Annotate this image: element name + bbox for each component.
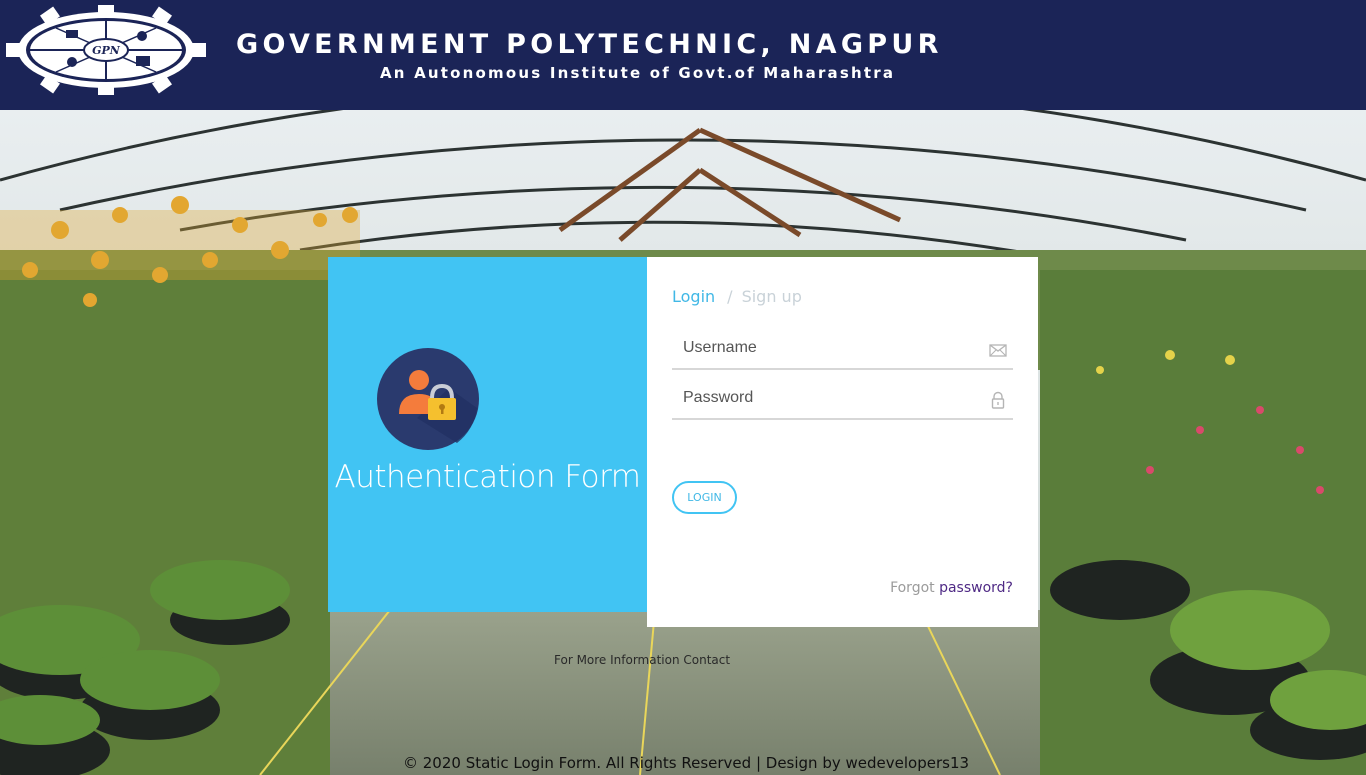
password-field-wrapper	[672, 380, 1013, 420]
tab-separator: /	[727, 287, 733, 306]
user-lock-icon	[377, 348, 479, 450]
username-field-wrapper	[672, 330, 1013, 370]
tab-signup[interactable]: Sign up	[742, 287, 802, 306]
auth-panel: Authentication Form	[328, 257, 647, 612]
logo-text: GPN	[92, 44, 121, 57]
contact-text: For More Information Contact	[554, 653, 731, 667]
forgot-password-link[interactable]: password?	[939, 580, 1013, 596]
lock-icon	[991, 391, 1005, 409]
footer-designer-link[interactable]: wedevelopers13	[846, 754, 970, 772]
form-tabs: Login / Sign up	[672, 287, 802, 311]
tab-login[interactable]: Login	[672, 287, 715, 306]
institute-name: GOVERNMENT POLYTECHNIC, NAGPUR	[236, 29, 943, 60]
login-form: Login / Sign up LOGIN Forgot password?	[647, 257, 1038, 627]
password-input[interactable]	[672, 380, 972, 416]
footer: © 2020 Static Login Form. All Rights Res…	[403, 754, 969, 772]
login-button[interactable]: LOGIN	[672, 481, 737, 514]
footer-text: © 2020 Static Login Form. All Rights Res…	[403, 754, 841, 772]
institute-subtitle: An Autonomous Institute of Govt.of Mahar…	[380, 64, 896, 82]
auth-title: Authentication Form	[334, 459, 641, 495]
forgot-prefix: Forgot	[890, 580, 935, 596]
username-input[interactable]	[672, 330, 972, 366]
forgot-password: Forgot password?	[890, 580, 1013, 596]
site-header: GPN GOVERNMENT POLYTECHNIC, NAGPUR An Au…	[0, 0, 1366, 110]
gpn-logo: GPN	[6, 5, 206, 95]
envelope-icon	[989, 344, 1007, 357]
